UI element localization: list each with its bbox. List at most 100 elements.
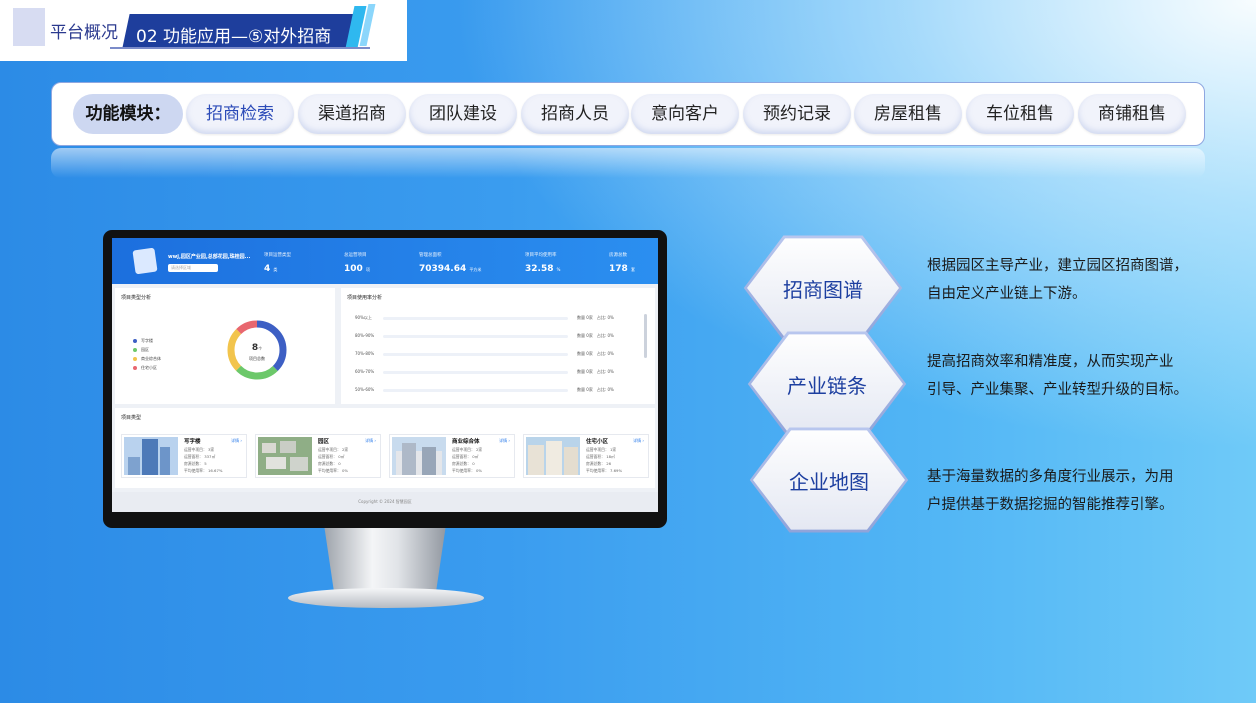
project-stat: 运营中项目： 2家	[318, 447, 349, 452]
project-stat: 运营面积： 0㎡	[318, 454, 345, 459]
project-stat: 运营面积： 0㎡	[452, 454, 479, 459]
usage-row: 50%-60% 数量 0家 占比: 0%	[355, 387, 614, 392]
usage-bar	[383, 371, 568, 374]
monitor-neck	[324, 528, 446, 596]
module-tab-channel-investment[interactable]: 渠道招商	[298, 94, 406, 134]
project-stat: 运营中项目： 1家	[586, 447, 617, 452]
usage-row: 90%以上 数量 0家 占比: 0%	[355, 315, 614, 320]
park-logo-icon	[132, 247, 158, 275]
stat-unit: 平方米	[469, 267, 482, 272]
card-title: 项目使用率分析	[347, 295, 383, 301]
scrollbar[interactable]	[644, 314, 647, 358]
stat-unit: 项	[365, 267, 370, 272]
module-tab-intended-customers[interactable]: 意向客户	[631, 94, 739, 134]
feature-title: 企业地图	[789, 470, 869, 494]
usage-bar	[383, 353, 568, 356]
module-tab-team-building[interactable]: 团队建设	[409, 94, 517, 134]
feature-title: 产业链条	[787, 374, 867, 398]
usage-bar	[383, 389, 568, 392]
card-title: 项目类型分析	[121, 295, 152, 301]
feature-description: 提高招商效率和精准度，从而实现产业 引导、产业集聚、产业转型升级的目标。	[927, 354, 1188, 398]
module-tab-investment-search[interactable]: 招商检索	[186, 94, 294, 134]
stat-label: 项目平均使用率	[525, 253, 557, 258]
project-stat: 房源总数： 26	[586, 461, 612, 466]
section-label: 平台概况	[50, 23, 118, 43]
project-stat: 房源总数： 0	[452, 461, 475, 466]
module-tab-parking-rental[interactable]: 车位租售	[966, 94, 1074, 134]
legend-dot	[133, 366, 137, 370]
dashboard-header: wwj,园区产业园,总部花园,珠桂园... 请选择区域 项目运营类型 4 类 总…	[112, 238, 658, 284]
project-stat: 房源总数： 0	[318, 461, 341, 466]
detail-link[interactable]: 详情 ›	[499, 438, 510, 444]
copyright: Copyright © 2024 智慧园区	[112, 492, 658, 512]
project-stat: 运营中项目： 3家	[184, 447, 215, 452]
project-stat: 平均使用率： 7.69%	[586, 468, 623, 473]
stat-label: 房源总数	[609, 253, 627, 258]
detail-link[interactable]: 详情 ›	[231, 438, 242, 444]
project-stat: 运营面积： 18㎡	[586, 454, 615, 459]
project-stat: 运营中项目： 2家	[452, 447, 483, 452]
feature-diamond-enterprise-map: 企业地图	[734, 426, 924, 534]
region-select[interactable]: 请选择区域	[168, 264, 218, 272]
module-tab-shop-rental[interactable]: 商铺租售	[1078, 94, 1186, 134]
usage-bar	[383, 335, 568, 338]
park-aerial-image	[258, 437, 312, 475]
stat-avg-usage: 项目平均使用率 32.58 %	[525, 252, 560, 274]
module-tab-appointments[interactable]: 预约记录	[743, 94, 851, 134]
project-type-card[interactable]: 商业综合体 详情 › 运营中项目： 2家 运营面积： 0㎡ 房源总数： 0 平均…	[389, 434, 515, 478]
legend-item: 住宅小区	[133, 365, 157, 371]
stat-operation-types: 项目运营类型 4 类	[264, 252, 291, 274]
project-type-card[interactable]: 住宅小区 详情 › 运营中项目： 1家 运营面积： 18㎡ 房源总数： 26 平…	[523, 434, 649, 478]
project-type-name: 商业综合体	[452, 439, 480, 445]
legend-item: 园区	[133, 347, 149, 353]
feature-title: 招商图谱	[783, 278, 863, 302]
legend-dot	[133, 348, 137, 352]
stat-label: 项目运营类型	[264, 253, 291, 258]
donut-center-label: 项目总数	[249, 356, 265, 361]
stat-total-area: 管理总面积 70394.64 平方米	[419, 252, 481, 274]
usage-analysis-card: 项目使用率分析 90%以上 数量 0家 占比: 0% 80%-90% 数量 0家 占…	[341, 288, 655, 404]
stat-value: 4	[264, 264, 271, 274]
stat-unit: 类	[273, 267, 278, 272]
project-type-card[interactable]: 写字楼 详情 › 运营中项目： 3家 运营面积： 337㎡ 房源总数： 5 平均…	[121, 434, 247, 478]
usage-row: 60%-70% 数量 0家 占比: 0%	[355, 369, 614, 374]
section-header: 平台概况 02 功能应用—⑤对外招商	[0, 0, 407, 61]
stat-value: 178	[609, 264, 628, 274]
stat-value: 100	[344, 264, 363, 274]
detail-link[interactable]: 详情 ›	[633, 438, 644, 444]
project-stat: 平均使用率： 0%	[318, 468, 349, 473]
stat-total-listings: 房源总数 178 套	[609, 252, 635, 274]
project-stat: 平均使用率： 16.67%	[184, 468, 223, 473]
dashboard-screen: wwj,园区产业园,总部花园,珠桂园... 请选择区域 项目运营类型 4 类 总…	[112, 238, 658, 512]
project-stat: 运营面积： 337㎡	[184, 454, 216, 459]
card-title: 项目类型	[121, 415, 142, 421]
legend-dot	[133, 357, 137, 361]
park-name: wwj,园区产业园,总部花园,珠桂园...	[168, 254, 251, 260]
stat-label: 管理总面积	[419, 253, 442, 258]
project-type-name: 写字楼	[184, 439, 201, 445]
donut-center-unit: 个	[258, 346, 263, 351]
monitor-base	[288, 588, 484, 608]
feature-diamond-industry-chain: 产业链条	[732, 330, 922, 438]
commercial-complex-image	[392, 437, 446, 475]
project-type-card[interactable]: 园区 详情 › 运营中项目： 2家 运营面积： 0㎡ 房源总数： 0 平均使用率…	[255, 434, 381, 478]
detail-link[interactable]: 详情 ›	[365, 438, 376, 444]
page-title: 02 功能应用—⑤对外招商	[136, 27, 332, 47]
type-analysis-card: 项目类型分析 写字楼 园区 商业综合体 住宅小区 8个 项目总数	[115, 288, 335, 404]
usage-bar	[383, 317, 568, 320]
header-underline	[110, 47, 370, 49]
project-types-card: 项目类型 写字楼 详情 › 运营中项目： 3家 运营面积： 337㎡ 房源总数：…	[115, 408, 655, 488]
feature-diamond-investment-map: 招商图谱	[728, 234, 918, 342]
feature-description: 基于海量数据的多角度行业展示，为用 户提供基于数据挖掘的智能推荐引擎。	[927, 469, 1174, 513]
usage-row: 80%-90% 数量 0家 占比: 0%	[355, 333, 614, 338]
feature-description: 根据园区主导产业，建立园区招商图谱， 自由定义产业链上下游。	[927, 258, 1188, 302]
project-stat: 平均使用率： 0%	[452, 468, 483, 473]
module-tab-house-rental[interactable]: 房屋租售	[854, 94, 962, 134]
legend-dot	[133, 339, 137, 343]
office-building-image	[124, 437, 178, 475]
legend-item: 写字楼	[133, 338, 153, 344]
project-type-name: 园区	[318, 439, 330, 445]
module-tab-investment-staff[interactable]: 招商人员	[521, 94, 629, 134]
stat-value: 32.58	[525, 264, 554, 274]
module-label: 功能模块：	[73, 94, 183, 134]
